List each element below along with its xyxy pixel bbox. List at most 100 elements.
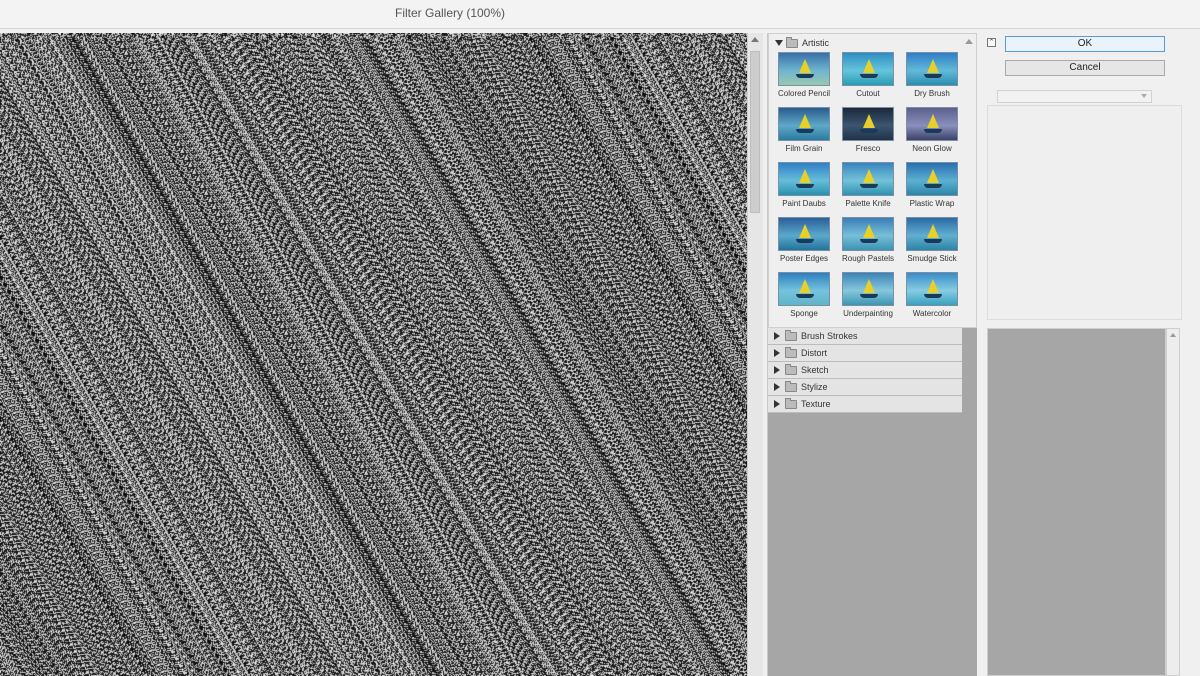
filter-preview-image	[906, 52, 958, 86]
boat-hull	[860, 74, 878, 78]
filter-thumbnail[interactable]: Colored Pencil	[777, 52, 831, 108]
filter-label: Fresco	[855, 144, 881, 153]
category-label: Texture	[801, 399, 831, 409]
expand-triangle-icon	[774, 349, 780, 357]
sailboat-icon	[799, 59, 811, 73]
filter-thumbnail[interactable]: Fresco	[841, 107, 895, 163]
folder-icon	[785, 363, 797, 375]
filter-preview-image	[906, 107, 958, 141]
sailboat-icon	[863, 114, 875, 128]
image-preview[interactable]	[0, 33, 747, 676]
category-label: Artistic	[802, 38, 829, 48]
boat-hull	[860, 129, 878, 133]
expand-triangle-icon	[774, 400, 780, 408]
category-label: Sketch	[801, 365, 829, 375]
sailboat-icon	[799, 169, 811, 183]
filter-preview-image	[778, 52, 830, 86]
category-label: Brush Strokes	[801, 331, 858, 341]
boat-hull	[796, 129, 814, 133]
noise-preview-canvas	[0, 33, 747, 676]
title-bar: Filter Gallery (100%)	[0, 0, 1200, 29]
filter-list-panel: Artistic Colored Pencil Cutout Dry Brush Fi…	[767, 33, 977, 676]
ok-button[interactable]: OK	[1005, 36, 1165, 52]
filter-label: Watercolor	[912, 309, 952, 318]
sailboat-icon	[863, 224, 875, 238]
sailboat-icon	[927, 224, 939, 238]
filter-label: Colored Pencil	[777, 89, 831, 98]
filter-select-dropdown[interactable]	[997, 90, 1152, 103]
filter-thumbnail[interactable]: Watercolor	[905, 272, 959, 328]
category-row[interactable]: Brush Strokes	[768, 328, 962, 345]
scroll-up-icon[interactable]	[965, 39, 973, 44]
cancel-button[interactable]: Cancel	[1005, 60, 1165, 76]
filter-label: Rough Pastels	[841, 254, 895, 263]
scrollbar-thumb[interactable]	[750, 51, 760, 213]
boat-hull	[860, 294, 878, 298]
folder-icon	[786, 36, 798, 48]
boat-hull	[860, 184, 878, 188]
filter-preview-image	[842, 107, 894, 141]
filter-thumbnail[interactable]: Cutout	[841, 52, 895, 108]
collapse-gallery-icon[interactable]: ⌃	[987, 38, 996, 47]
category-artistic[interactable]: Artistic	[775, 35, 829, 51]
filter-label: Underpainting	[843, 309, 893, 318]
category-row[interactable]: Stylize	[768, 379, 962, 396]
boat-hull	[924, 129, 942, 133]
filter-label: Cutout	[856, 89, 880, 98]
category-row[interactable]: Distort	[768, 345, 962, 362]
filter-label: Poster Edges	[779, 254, 829, 263]
filter-label: Smudge Stick	[907, 254, 957, 263]
filter-preview-image	[842, 272, 894, 306]
filter-preview-image	[906, 162, 958, 196]
category-row[interactable]: Texture	[768, 396, 962, 413]
filter-label: Plastic Wrap	[909, 199, 955, 208]
boat-hull	[924, 74, 942, 78]
sailboat-icon	[799, 279, 811, 293]
sailboat-icon	[863, 59, 875, 73]
settings-panel: ⌃ OK Cancel	[979, 33, 1200, 676]
preview-vertical-scrollbar[interactable]	[747, 33, 763, 676]
filter-thumbnail[interactable]: Rough Pastels	[841, 217, 895, 273]
filter-thumbnail[interactable]: Palette Knife	[841, 162, 895, 218]
sailboat-icon	[927, 59, 939, 73]
boat-hull	[924, 294, 942, 298]
sailboat-icon	[927, 169, 939, 183]
sailboat-icon	[799, 114, 811, 128]
filter-thumbnail[interactable]: Smudge Stick	[905, 217, 959, 273]
filter-preview-image	[778, 162, 830, 196]
expand-triangle-icon	[774, 332, 780, 340]
category-row[interactable]: Sketch	[768, 362, 962, 379]
filter-thumbnail[interactable]: Neon Glow	[905, 107, 959, 163]
boat-hull	[796, 74, 814, 78]
filter-label: Neon Glow	[912, 144, 952, 153]
scroll-up-icon[interactable]	[751, 37, 759, 42]
artistic-category-panel: Artistic Colored Pencil Cutout Dry Brush Fi…	[768, 33, 977, 328]
chevron-down-icon	[1141, 94, 1147, 98]
filter-label: Film Grain	[785, 144, 823, 153]
folder-icon	[785, 329, 797, 341]
sailboat-icon	[927, 114, 939, 128]
scroll-up-icon[interactable]	[1170, 333, 1176, 337]
filter-preview-image	[842, 162, 894, 196]
boat-hull	[924, 239, 942, 243]
filter-label: Sponge	[790, 309, 818, 318]
filter-thumbnail[interactable]: Dry Brush	[905, 52, 959, 108]
filter-thumbnail[interactable]: Poster Edges	[777, 217, 831, 273]
boat-hull	[860, 239, 878, 243]
filter-thumbnail[interactable]: Underpainting	[841, 272, 895, 328]
window-title: Filter Gallery (100%)	[394, 6, 506, 20]
filter-label: Palette Knife	[845, 199, 891, 208]
filter-preview-image	[842, 217, 894, 251]
folder-icon	[785, 397, 797, 409]
effect-layers-list	[987, 328, 1166, 676]
layers-scrollbar[interactable]	[1166, 328, 1180, 676]
expand-triangle-icon	[774, 366, 780, 374]
boat-hull	[796, 239, 814, 243]
filter-thumbnail[interactable]: Sponge	[777, 272, 831, 328]
filter-thumbnail[interactable]: Paint Daubs	[777, 162, 831, 218]
filter-thumbnail[interactable]: Film Grain	[777, 107, 831, 163]
filter-thumbnail[interactable]: Plastic Wrap	[905, 162, 959, 218]
boat-hull	[796, 184, 814, 188]
folder-icon	[785, 346, 797, 358]
filter-preview-image	[778, 272, 830, 306]
